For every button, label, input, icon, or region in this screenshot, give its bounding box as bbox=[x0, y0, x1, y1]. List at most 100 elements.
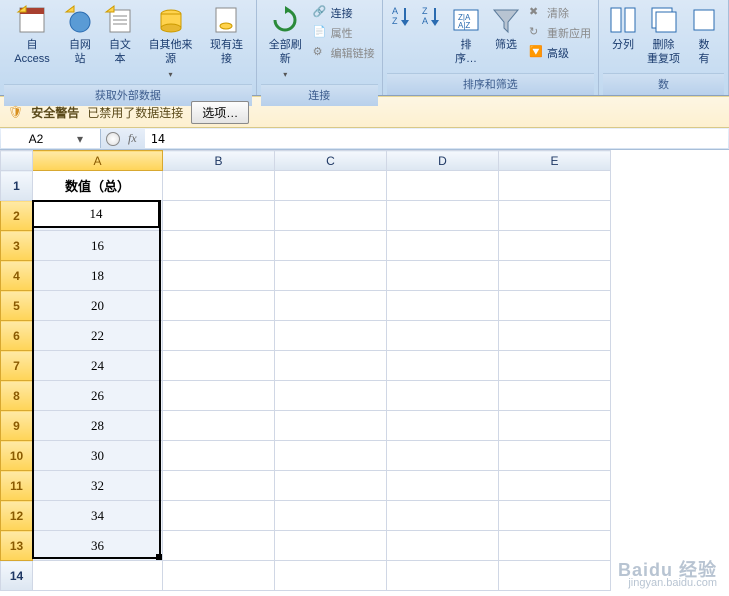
cell-A11[interactable]: 32 bbox=[33, 471, 163, 501]
from-text-button[interactable]: 自文本 bbox=[100, 2, 140, 68]
cell-C14[interactable] bbox=[275, 561, 387, 591]
cell-E1[interactable] bbox=[499, 171, 611, 201]
cell-B1[interactable] bbox=[163, 171, 275, 201]
select-all-corner[interactable] bbox=[1, 151, 33, 171]
cell-C6[interactable] bbox=[275, 321, 387, 351]
cell-D6[interactable] bbox=[387, 321, 499, 351]
cell-D10[interactable] bbox=[387, 441, 499, 471]
column-header-E[interactable]: E bbox=[499, 151, 611, 171]
cell-A8[interactable]: 26 bbox=[33, 381, 163, 411]
cell-A9[interactable]: 28 bbox=[33, 411, 163, 441]
properties-button[interactable]: 📄属性 bbox=[310, 24, 378, 42]
cell-C1[interactable] bbox=[275, 171, 387, 201]
cell-D3[interactable] bbox=[387, 231, 499, 261]
cell-E8[interactable] bbox=[499, 381, 611, 411]
cell-E12[interactable] bbox=[499, 501, 611, 531]
cell-D8[interactable] bbox=[387, 381, 499, 411]
cell-A12[interactable]: 34 bbox=[33, 501, 163, 531]
cell-C4[interactable] bbox=[275, 261, 387, 291]
cell-B5[interactable] bbox=[163, 291, 275, 321]
cell-A14[interactable] bbox=[33, 561, 163, 591]
refresh-all-button[interactable]: 全部刷新 ▾ bbox=[261, 2, 310, 84]
row-header-10[interactable]: 10 bbox=[1, 441, 33, 471]
cancel-icon[interactable] bbox=[106, 132, 120, 146]
cell-D12[interactable] bbox=[387, 501, 499, 531]
cell-D4[interactable] bbox=[387, 261, 499, 291]
row-header-14[interactable]: 14 bbox=[1, 561, 33, 591]
cell-B13[interactable] bbox=[163, 531, 275, 561]
edit-links-button[interactable]: ⚙编辑链接 bbox=[310, 44, 378, 62]
cell-A6[interactable]: 22 bbox=[33, 321, 163, 351]
cell-B8[interactable] bbox=[163, 381, 275, 411]
cell-E2[interactable] bbox=[499, 201, 611, 231]
cell-C12[interactable] bbox=[275, 501, 387, 531]
column-header-B[interactable]: B bbox=[163, 151, 275, 171]
cell-B7[interactable] bbox=[163, 351, 275, 381]
cell-D5[interactable] bbox=[387, 291, 499, 321]
options-button[interactable]: 选项… bbox=[191, 101, 249, 124]
cell-E4[interactable] bbox=[499, 261, 611, 291]
cell-C2[interactable] bbox=[275, 201, 387, 231]
row-header-13[interactable]: 13 bbox=[1, 531, 33, 561]
connections-button[interactable]: 🔗连接 bbox=[310, 4, 378, 22]
cell-D1[interactable] bbox=[387, 171, 499, 201]
row-header-1[interactable]: 1 bbox=[1, 171, 33, 201]
row-header-12[interactable]: 12 bbox=[1, 501, 33, 531]
row-header-7[interactable]: 7 bbox=[1, 351, 33, 381]
cell-E6[interactable] bbox=[499, 321, 611, 351]
row-header-9[interactable]: 9 bbox=[1, 411, 33, 441]
cell-E13[interactable] bbox=[499, 531, 611, 561]
fx-button[interactable]: fx bbox=[124, 131, 141, 146]
cell-D9[interactable] bbox=[387, 411, 499, 441]
cell-E9[interactable] bbox=[499, 411, 611, 441]
cell-C11[interactable] bbox=[275, 471, 387, 501]
name-box-input[interactable] bbox=[1, 132, 71, 146]
row-header-6[interactable]: 6 bbox=[1, 321, 33, 351]
cell-B14[interactable] bbox=[163, 561, 275, 591]
cell-B11[interactable] bbox=[163, 471, 275, 501]
row-header-5[interactable]: 5 bbox=[1, 291, 33, 321]
cell-B3[interactable] bbox=[163, 231, 275, 261]
cell-A4[interactable]: 18 bbox=[33, 261, 163, 291]
column-header-D[interactable]: D bbox=[387, 151, 499, 171]
column-header-C[interactable]: C bbox=[275, 151, 387, 171]
advanced-filter-button[interactable]: 🔽高级 bbox=[526, 44, 594, 62]
cell-A7[interactable]: 24 bbox=[33, 351, 163, 381]
clear-filter-button[interactable]: ✖清除 bbox=[526, 4, 594, 22]
cell-B2[interactable] bbox=[163, 201, 275, 231]
cell-A13[interactable]: 36 bbox=[33, 531, 163, 561]
remove-duplicates-button[interactable]: 删除 重复项 bbox=[643, 2, 684, 68]
cell-E3[interactable] bbox=[499, 231, 611, 261]
row-header-2[interactable]: 2 bbox=[1, 201, 33, 231]
existing-connections-button[interactable]: 现有连接 bbox=[201, 2, 252, 68]
reapply-button[interactable]: ↻重新应用 bbox=[526, 24, 594, 42]
cell-A1[interactable]: 数值（总） bbox=[33, 171, 163, 201]
sort-desc-button[interactable]: ZA bbox=[416, 2, 446, 30]
row-header-11[interactable]: 11 bbox=[1, 471, 33, 501]
cell-C5[interactable] bbox=[275, 291, 387, 321]
cell-E11[interactable] bbox=[499, 471, 611, 501]
cell-C3[interactable] bbox=[275, 231, 387, 261]
cell-B4[interactable] bbox=[163, 261, 275, 291]
cell-D13[interactable] bbox=[387, 531, 499, 561]
text-to-columns-button[interactable]: 分列 bbox=[603, 2, 643, 54]
cell-C13[interactable] bbox=[275, 531, 387, 561]
cell-A3[interactable]: 16 bbox=[33, 231, 163, 261]
cell-E14[interactable] bbox=[499, 561, 611, 591]
data-validation-button[interactable]: 数 有 bbox=[684, 2, 724, 68]
cell-C8[interactable] bbox=[275, 381, 387, 411]
cell-D11[interactable] bbox=[387, 471, 499, 501]
cell-B9[interactable] bbox=[163, 411, 275, 441]
formula-input[interactable] bbox=[145, 129, 728, 148]
cell-A10[interactable]: 30 bbox=[33, 441, 163, 471]
cell-D7[interactable] bbox=[387, 351, 499, 381]
from-web-button[interactable]: 自网站 bbox=[60, 2, 100, 68]
cell-A2[interactable]: 14 bbox=[33, 201, 163, 231]
sort-dialog-button[interactable]: Z|AA|Z 排序… bbox=[446, 2, 486, 68]
column-header-A[interactable]: A bbox=[33, 151, 163, 171]
row-header-3[interactable]: 3 bbox=[1, 231, 33, 261]
from-other-sources-button[interactable]: 自其他来源 ▾ bbox=[140, 2, 201, 84]
from-access-button[interactable]: 自 Access bbox=[4, 2, 60, 68]
cell-D2[interactable] bbox=[387, 201, 499, 231]
cell-B12[interactable] bbox=[163, 501, 275, 531]
